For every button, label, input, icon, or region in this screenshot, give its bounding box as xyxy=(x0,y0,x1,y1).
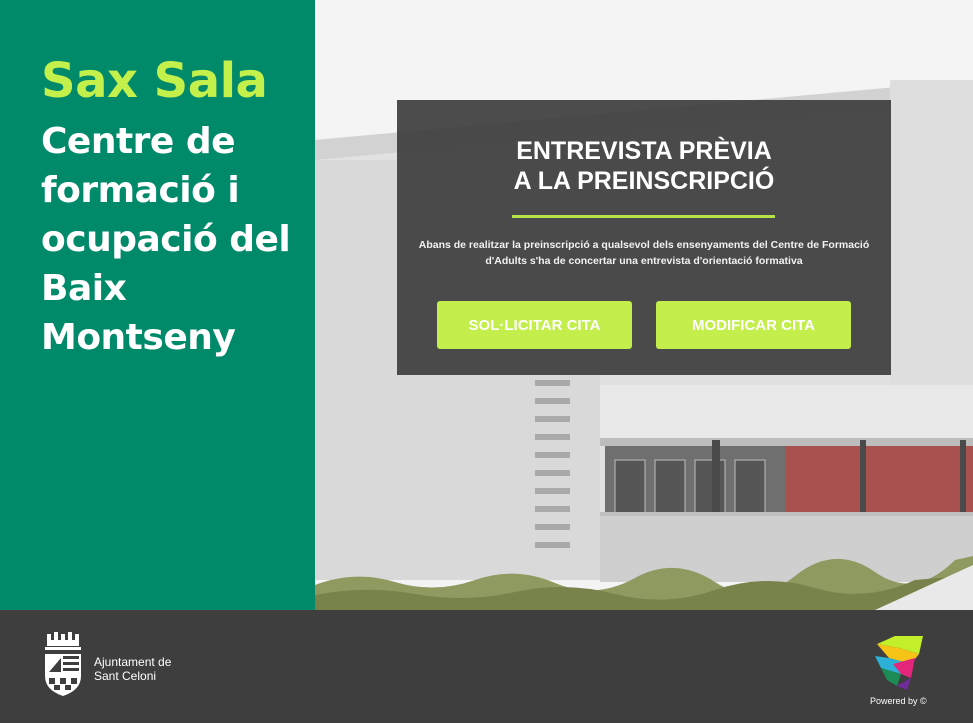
municipality-line2: Sant Celoni xyxy=(94,669,157,683)
multicolor-map-logo-icon xyxy=(875,636,923,690)
footer: Ajuntament de Sant Celoni Powered by © xyxy=(0,610,973,723)
left-brand-panel: Sax Sala Centre de formació i ocupació d… xyxy=(0,0,315,610)
municipality-name: Ajuntament de Sant Celoni xyxy=(94,655,171,683)
card-description: Abans de realitzar la preinscripció a qu… xyxy=(418,239,870,267)
request-appointment-button[interactable]: SOL·LICITAR CITA xyxy=(437,301,632,349)
modify-appointment-button[interactable]: MODIFICAR CITA xyxy=(656,301,851,349)
municipality-line1: Ajuntament de xyxy=(94,655,172,669)
card-title-line2: A LA PREINSCRIPCIÓ xyxy=(513,167,775,195)
powered-by-label: Powered by © xyxy=(870,696,927,706)
card-title-line1: ENTREVISTA PRÈVIA xyxy=(516,137,772,165)
brand-subtitle: Centre de formació i ocupació del Baix M… xyxy=(41,121,291,358)
card-title: ENTREVISTA PRÈVIA A LA PREINSCRIPCIÓ xyxy=(397,136,891,196)
preregistration-card: ENTREVISTA PRÈVIA A LA PREINSCRIPCIÓ Aba… xyxy=(397,100,891,375)
card-divider xyxy=(512,215,775,218)
municipal-crest-icon xyxy=(45,632,81,696)
brand-title: Sax Sala xyxy=(41,53,268,109)
